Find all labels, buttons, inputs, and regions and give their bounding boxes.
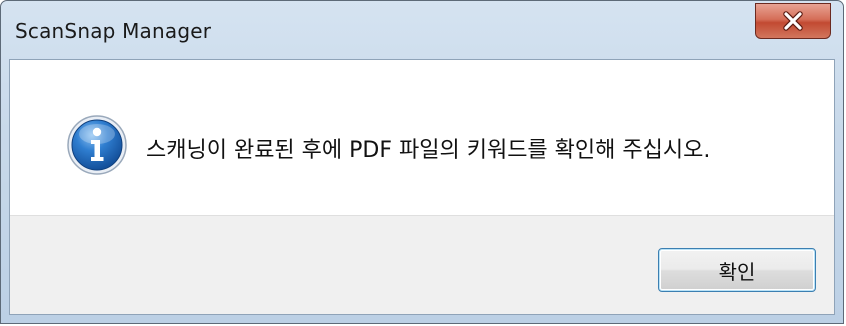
close-button[interactable] [755,3,831,39]
info-icon [66,114,128,176]
button-area: 확인 [10,215,834,314]
window-title: ScanSnap Manager [15,19,212,43]
dialog-window: ScanSnap Manager 스캐닝이 완료된 후에 PDF 파일의 키워드… [0,0,844,324]
message-text: 스캐닝이 완료된 후에 PDF 파일의 키워드를 확인해 주십시오. [146,138,711,163]
title-bar[interactable]: ScanSnap Manager [1,1,843,59]
message-area: 스캐닝이 완료된 후에 PDF 파일의 키워드를 확인해 주십시오. [10,60,834,215]
close-icon [782,11,804,31]
ok-button[interactable]: 확인 [658,248,816,292]
dialog-content: 스캐닝이 완료된 후에 PDF 파일의 키워드를 확인해 주십시오. 확인 [9,59,835,315]
